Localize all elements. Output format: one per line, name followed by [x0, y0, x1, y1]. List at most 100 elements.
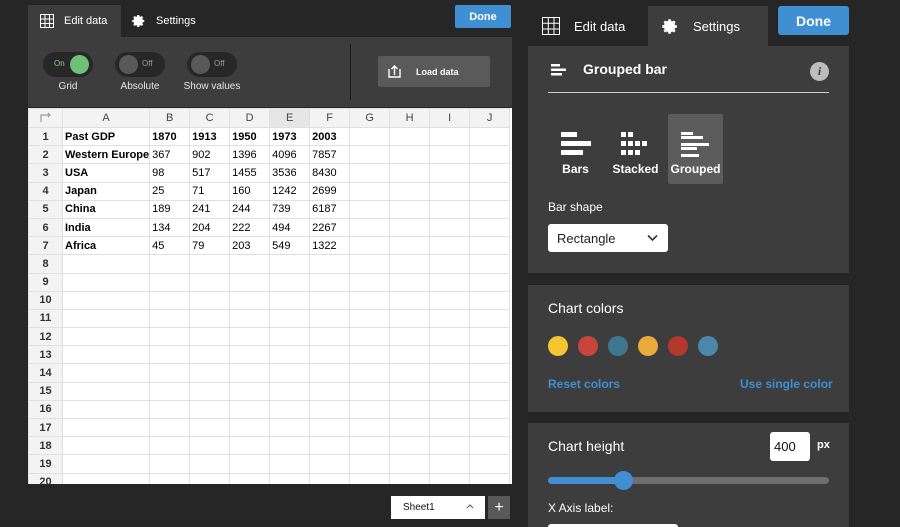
table-cell[interactable] [229, 290, 271, 310]
table-cell[interactable]: Western Europe [61, 145, 151, 165]
table-cell[interactable] [349, 163, 391, 183]
table-cell[interactable] [189, 308, 231, 329]
table-cell[interactable]: 494 [269, 217, 311, 238]
chart-type-grouped[interactable]: Grouped [668, 114, 723, 184]
table-cell[interactable] [349, 308, 391, 329]
table-cell[interactable] [349, 454, 391, 474]
table-cell[interactable] [389, 363, 431, 383]
table-cell[interactable] [389, 145, 431, 165]
table-cell[interactable]: 203 [229, 236, 271, 256]
spreadsheet[interactable]: A B C D E F G H I J 1 Past GDP 1870 1913 1950 1973 2003 2… [28, 108, 512, 484]
table-cell[interactable]: 134 [149, 217, 191, 238]
table-cell[interactable]: 4096 [269, 145, 311, 165]
table-cell[interactable] [229, 454, 271, 474]
table-cell[interactable] [189, 327, 231, 347]
table-cell[interactable] [389, 381, 431, 401]
table-cell[interactable] [269, 308, 311, 329]
tab-edit-data-left[interactable]: Edit data [28, 5, 121, 37]
color-swatch[interactable] [698, 336, 718, 356]
table-cell[interactable] [389, 308, 431, 329]
table-cell[interactable] [469, 126, 511, 147]
table-cell[interactable] [61, 345, 151, 365]
table-cell[interactable] [349, 272, 391, 292]
table-cell[interactable]: 71 [189, 181, 231, 201]
table-cell[interactable] [269, 345, 311, 365]
table-cell[interactable] [229, 308, 271, 329]
table-cell[interactable] [469, 363, 511, 383]
table-cell[interactable]: 98 [149, 163, 191, 183]
table-cell[interactable]: Japan [61, 181, 151, 201]
table-cell[interactable] [189, 254, 231, 274]
row-header[interactable]: 17 [28, 417, 63, 438]
table-cell[interactable] [229, 399, 271, 420]
add-sheet-button[interactable]: + [488, 496, 510, 519]
table-cell[interactable]: 902 [189, 145, 231, 165]
done-button-left[interactable]: Done [455, 5, 511, 28]
table-cell[interactable] [389, 236, 431, 256]
table-cell[interactable] [149, 363, 191, 383]
table-cell[interactable]: 1973 [269, 126, 311, 147]
chart-type-bars[interactable]: Bars [548, 114, 603, 184]
row-header[interactable]: 14 [28, 363, 63, 383]
row-header[interactable]: 10 [28, 290, 63, 310]
table-cell[interactable] [349, 381, 391, 401]
done-button-right[interactable]: Done [778, 6, 849, 35]
table-cell[interactable]: USA [61, 163, 151, 183]
table-cell[interactable]: India [61, 217, 151, 238]
table-cell[interactable] [349, 417, 391, 438]
table-cell[interactable] [61, 417, 151, 438]
table-cell[interactable] [61, 399, 151, 420]
table-cell[interactable] [349, 217, 391, 238]
table-cell[interactable]: 160 [229, 181, 271, 201]
table-cell[interactable]: 1242 [269, 181, 311, 201]
table-cell[interactable]: 2267 [309, 217, 351, 238]
table-cell[interactable] [229, 417, 271, 438]
table-cell[interactable]: 241 [189, 199, 231, 219]
row-header[interactable]: 12 [28, 327, 63, 347]
table-cell[interactable]: 1396 [229, 145, 271, 165]
table-cell[interactable] [389, 254, 431, 274]
table-cell[interactable] [389, 454, 431, 474]
table-cell[interactable] [349, 399, 391, 420]
table-cell[interactable] [189, 381, 231, 401]
reset-colors-link[interactable]: Reset colors [548, 377, 620, 391]
corner-cell[interactable] [28, 108, 63, 128]
table-cell[interactable] [469, 236, 511, 256]
table-cell[interactable] [309, 363, 351, 383]
table-cell[interactable] [309, 417, 351, 438]
table-cell[interactable] [349, 363, 391, 383]
table-cell[interactable] [269, 381, 311, 401]
row-header[interactable]: 16 [28, 399, 63, 420]
table-cell[interactable]: Past GDP [61, 126, 151, 147]
show-values-toggle[interactable]: Off [187, 52, 237, 77]
table-cell[interactable] [429, 236, 471, 256]
table-cell[interactable] [149, 436, 191, 456]
table-cell[interactable] [149, 399, 191, 420]
table-cell[interactable] [349, 126, 391, 147]
table-cell[interactable] [309, 399, 351, 420]
table-cell[interactable] [61, 308, 151, 329]
table-cell[interactable]: 1913 [189, 126, 231, 147]
table-cell[interactable] [349, 254, 391, 274]
table-cell[interactable] [469, 290, 511, 310]
table-cell[interactable] [389, 436, 431, 456]
table-cell[interactable] [389, 217, 431, 238]
table-cell[interactable]: 45 [149, 236, 191, 256]
color-swatch[interactable] [638, 336, 658, 356]
chart-type-stacked[interactable]: Stacked [608, 114, 663, 184]
row-header[interactable]: 9 [28, 272, 63, 292]
row-header[interactable]: 7 [28, 236, 63, 256]
color-swatch[interactable] [578, 336, 598, 356]
table-cell[interactable]: 1322 [309, 236, 351, 256]
table-cell[interactable] [61, 381, 151, 401]
table-cell[interactable] [149, 345, 191, 365]
row-header[interactable]: 2 [28, 145, 63, 165]
table-cell[interactable]: 8430 [309, 163, 351, 183]
table-cell[interactable] [429, 454, 471, 474]
row-header[interactable]: 4 [28, 181, 63, 201]
table-cell[interactable] [189, 290, 231, 310]
row-header[interactable]: 5 [28, 199, 63, 219]
table-cell[interactable]: 1950 [229, 126, 271, 147]
table-cell[interactable] [149, 272, 191, 292]
use-single-color-link[interactable]: Use single color [740, 377, 833, 391]
